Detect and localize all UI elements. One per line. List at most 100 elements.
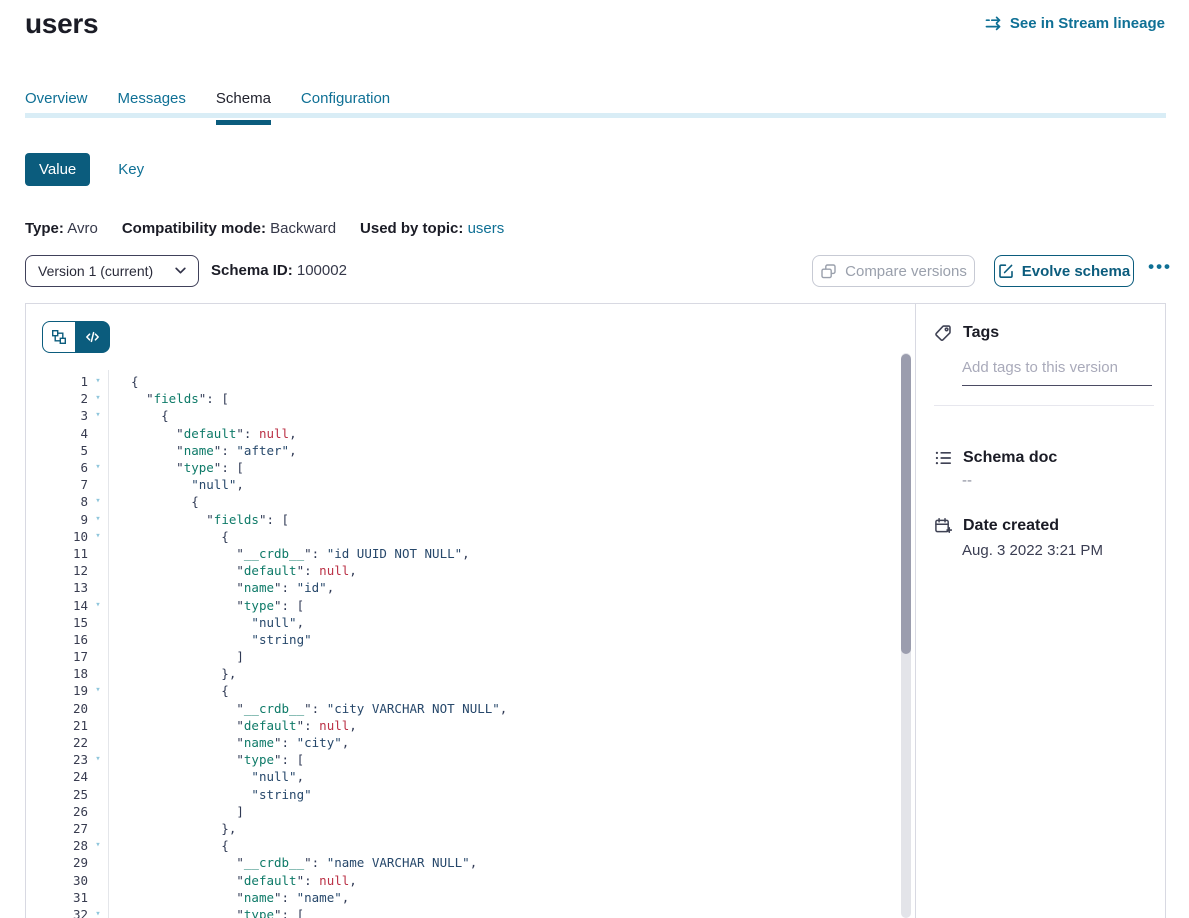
value-toggle-button[interactable]: Value [25,153,90,186]
code-text: { [108,374,139,389]
code-text: "fields": [ [108,391,229,406]
type-value: Avro [67,220,98,237]
key-toggle-link[interactable]: Key [118,161,144,178]
schema-sidebar: Tags Schema doc -- [917,304,1165,918]
line-number: 22 [26,735,88,750]
evolve-schema-button[interactable]: Evolve schema [994,255,1134,287]
fold-toggle-icon[interactable]: ▾ [88,906,108,918]
fold-toggle-icon[interactable]: ▾ [88,390,108,407]
code-text: ] [108,804,244,819]
code-view-button[interactable] [76,321,110,353]
evolve-schema-icon [998,263,1014,279]
schema-doc-heading-label: Schema doc [963,449,1057,467]
fold-toggle-icon[interactable]: ▾ [88,459,108,476]
code-text: "name": "city", [108,735,349,750]
line-number: 31 [26,890,88,905]
code-line: 26 ] [26,803,895,820]
fold-toggle-icon[interactable]: ▾ [88,528,108,545]
topic-link[interactable]: users [468,220,505,237]
code-text: "name": "after", [108,443,297,458]
code-line: 29 "__crdb__": "name VARCHAR NULL", [26,854,895,871]
code-line: 8▾ { [26,493,895,510]
code-text: { [108,838,229,853]
fold-toggle-icon[interactable]: ▾ [88,493,108,510]
code-line: 32▾ "type": [ [26,906,895,918]
line-number: 6 [26,460,88,475]
code-line: 18 }, [26,665,895,682]
code-text: "null", [108,615,304,630]
fold-toggle-icon[interactable]: ▾ [88,373,108,390]
view-mode-toggle [42,321,110,353]
code-text: "string" [108,787,312,802]
chevron-down-icon [175,267,186,275]
code-line: 31 "name": "name", [26,889,895,906]
code-text: { [108,683,229,698]
line-number: 10 [26,529,88,544]
date-created-heading: Date created [934,517,1059,535]
tag-icon [934,324,952,342]
tags-heading-label: Tags [963,324,999,342]
used-by-topic-label: Used by topic: [360,220,463,237]
page-title: users [25,8,98,40]
code-line: 27 }, [26,820,895,837]
schema-panel: 1▾{2▾ "fields": [3▾ {4 "default": null,5… [25,303,1166,918]
code-text: }, [108,666,236,681]
line-number: 16 [26,632,88,647]
code-text: "type": [ [108,907,304,918]
code-lines: 1▾{2▾ "fields": [3▾ {4 "default": null,5… [26,373,895,918]
add-tags-input[interactable] [962,355,1152,386]
line-number: 23 [26,752,88,767]
line-number: 3 [26,408,88,423]
code-line: 14▾ "type": [ [26,596,895,613]
line-number: 27 [26,821,88,836]
version-select[interactable]: Version 1 (current) [25,255,199,287]
tab-bar: Overview Messages Schema Configuration [25,86,1166,118]
fold-toggle-icon[interactable]: ▾ [88,682,108,699]
code-line: 9▾ "fields": [ [26,511,895,528]
code-text: "__crdb__": "id UUID NOT NULL", [108,546,470,561]
code-text: "null", [108,769,304,784]
line-number: 15 [26,615,88,630]
line-number: 17 [26,649,88,664]
compatibility-value: Backward [270,220,336,237]
line-number: 2 [26,391,88,406]
tree-view-button[interactable] [42,321,76,353]
code-line: 6▾ "type": [ [26,459,895,476]
date-created-value: Aug. 3 2022 3:21 PM [962,542,1103,559]
code-text: }, [108,821,236,836]
version-select-value: Version 1 (current) [38,263,153,279]
date-created-heading-label: Date created [963,517,1059,535]
code-line: 21 "default": null, [26,717,895,734]
line-number: 4 [26,426,88,441]
compare-versions-icon [820,263,837,280]
scrollbar-track[interactable] [901,353,911,918]
code-line: 16 "string" [26,631,895,648]
code-text: "__crdb__": "city VARCHAR NOT NULL", [108,701,507,716]
code-line: 22 "name": "city", [26,734,895,751]
compatibility-label: Compatibility mode: [122,220,266,237]
code-text: "fields": [ [108,512,289,527]
code-line: 17 ] [26,648,895,665]
list-icon [934,449,952,467]
more-actions-button[interactable]: ••• [1148,257,1172,277]
fold-toggle-icon[interactable]: ▾ [88,751,108,768]
calendar-plus-icon [934,517,952,535]
line-number: 26 [26,804,88,819]
line-number: 18 [26,666,88,681]
fold-toggle-icon[interactable]: ▾ [88,597,108,614]
code-line: 12 "default": null, [26,562,895,579]
code-line: 3▾ { [26,407,895,424]
code-text: "string" [108,632,312,647]
code-line: 7 "null", [26,476,895,493]
fold-toggle-icon[interactable]: ▾ [88,511,108,528]
fold-toggle-icon[interactable]: ▾ [88,837,108,854]
scrollbar-thumb[interactable] [901,354,911,654]
line-number: 20 [26,701,88,716]
fold-toggle-icon[interactable]: ▾ [88,407,108,424]
code-line: 28▾ { [26,837,895,854]
stream-lineage-link[interactable]: See in Stream lineage [985,15,1165,32]
schema-id-label: Schema ID: [211,262,293,279]
code-line: 24 "null", [26,768,895,785]
compare-versions-button[interactable]: Compare versions [812,255,975,287]
code-line: 30 "default": null, [26,871,895,888]
